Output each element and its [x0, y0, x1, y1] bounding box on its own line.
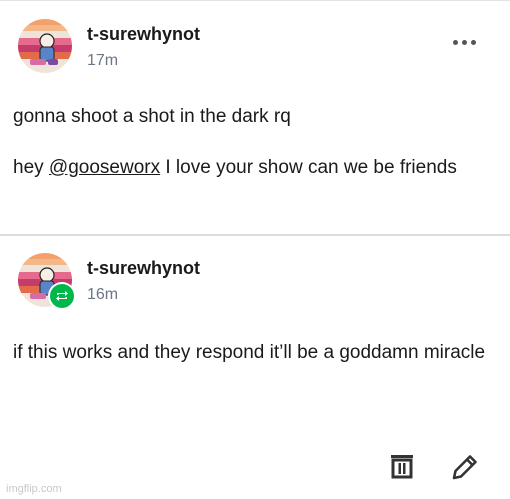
dot-icon: [471, 40, 476, 45]
text: I love your show can we be friends: [160, 157, 457, 178]
timestamp[interactable]: 17m: [87, 52, 118, 70]
avatar[interactable]: [18, 19, 72, 73]
post-card: t-surewhynot 17m gonna shoot a shot in t…: [0, 0, 510, 234]
more-options-icon[interactable]: [453, 40, 476, 45]
post-card: t-surewhynot 16m if this works and they …: [0, 236, 510, 499]
username[interactable]: t-surewhynot: [87, 24, 200, 45]
dot-icon: [453, 40, 458, 45]
timestamp[interactable]: 16m: [87, 286, 118, 304]
text: hey: [13, 157, 49, 178]
reblog-icon: [50, 284, 74, 308]
post-paragraph: if this works and they respond it’ll be …: [13, 342, 486, 363]
post-paragraph: hey @gooseworx I love your show can we b…: [13, 154, 493, 182]
pencil-icon[interactable]: [450, 452, 480, 487]
mention-link[interactable]: @gooseworx: [49, 157, 160, 178]
post-paragraph: gonna shoot a shot in the dark rq: [13, 106, 291, 127]
username[interactable]: t-surewhynot: [87, 258, 200, 279]
dot-icon: [462, 40, 467, 45]
trash-icon[interactable]: [388, 452, 416, 485]
reblog-badge: [48, 282, 76, 310]
watermark: imgflip.com: [6, 483, 62, 495]
